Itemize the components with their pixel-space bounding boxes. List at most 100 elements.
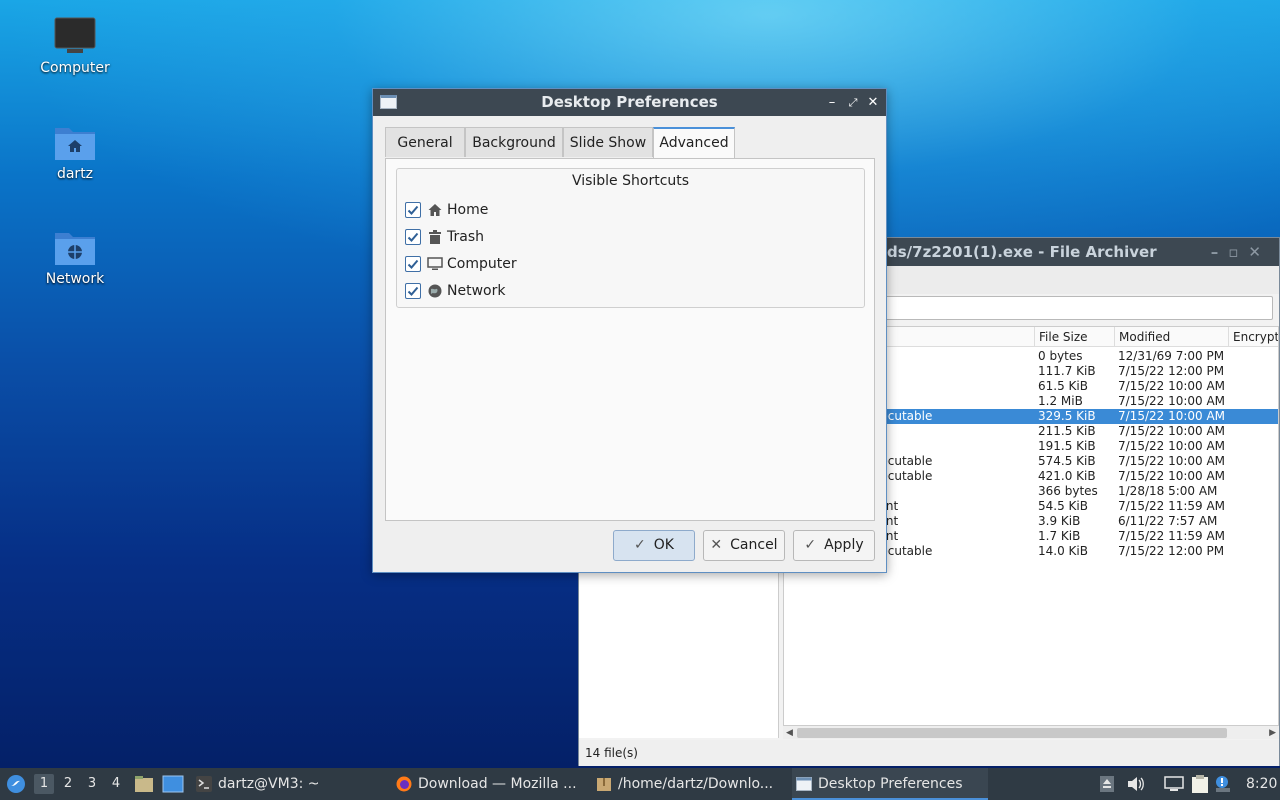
column-modified[interactable]: Modified: [1114, 327, 1228, 347]
clock[interactable]: 8:20: [1246, 768, 1277, 800]
scroll-right-icon[interactable]: ▶: [1269, 726, 1276, 740]
network-status-icon[interactable]: [1164, 776, 1184, 792]
cell-size: 421.0 KiB: [1038, 469, 1096, 483]
computer-icon: [54, 17, 96, 53]
firefox-icon: [396, 776, 412, 792]
cell-size: 1.2 MiB: [1038, 394, 1083, 408]
checkbox[interactable]: [405, 229, 421, 245]
maximize-button[interactable]: ⤢: [844, 89, 862, 116]
cell-size: 61.5 KiB: [1038, 379, 1088, 393]
eject-icon[interactable]: [1100, 776, 1114, 792]
task-terminal[interactable]: dartz@VM3: ~: [192, 768, 388, 800]
cell-modified: 7/15/22 10:00 AM: [1118, 409, 1226, 423]
cell-size: 366 bytes: [1038, 484, 1098, 498]
tab-background[interactable]: Background: [465, 127, 563, 157]
tab-slide-show[interactable]: Slide Show: [563, 127, 653, 157]
clipboard-icon[interactable]: [1191, 774, 1209, 794]
shortcut-label: Computer: [447, 256, 517, 272]
volume-icon[interactable]: [1127, 776, 1145, 792]
cell-modified: 7/15/22 12:00 PM: [1118, 364, 1225, 378]
dialog-title-bar[interactable]: Desktop Preferences – ⤢ ✕: [373, 89, 886, 116]
checkbox[interactable]: [405, 256, 421, 272]
workspace-3[interactable]: 3: [82, 774, 102, 794]
update-notifier-icon[interactable]: [1214, 774, 1232, 794]
archiver-window-controls[interactable]: –▫✕: [1211, 238, 1271, 266]
computer-icon: [427, 257, 443, 270]
cell-modified: 7/15/22 12:00 PM: [1118, 544, 1225, 558]
terminal-icon: [196, 776, 212, 792]
workspace-4[interactable]: 4: [106, 774, 126, 794]
cell-size: 329.5 KiB: [1038, 409, 1096, 423]
checkbox[interactable]: [405, 202, 421, 218]
window-icon: [796, 777, 812, 791]
desktop-icon-label: Computer: [40, 60, 110, 76]
show-desktop-icon[interactable]: [162, 775, 184, 793]
cell-size: 3.9 KiB: [1038, 514, 1081, 528]
scrollbar-thumb[interactable]: [797, 728, 1227, 738]
network-icon: [428, 284, 442, 298]
network-folder-icon: [55, 233, 95, 265]
cell-size: 574.5 KiB: [1038, 454, 1096, 468]
cell-modified: 7/15/22 10:00 AM: [1118, 379, 1226, 393]
workspace-1[interactable]: 1: [34, 774, 54, 794]
ok-label: OK: [653, 537, 674, 553]
task-file-archiver[interactable]: /home/dartz/Downlo...: [592, 768, 788, 800]
taskbar: 1 2 3 4 dartz@VM3: ~ Download — Mozilla …: [0, 768, 1280, 800]
advanced-pane: Visible Shortcuts Home Trash Computer Ne…: [385, 158, 875, 521]
archive-icon: [597, 778, 611, 791]
cell-size: 211.5 KiB: [1038, 424, 1096, 438]
cell-size: 14.0 KiB: [1038, 544, 1088, 558]
desktop-icon-computer[interactable]: Computer: [25, 16, 125, 76]
column-size[interactable]: File Size: [1034, 327, 1114, 347]
cell-modified: 1/28/18 5:00 AM: [1118, 484, 1218, 498]
task-desktop-preferences[interactable]: Desktop Preferences: [792, 768, 988, 800]
shortcut-label: Home: [447, 202, 489, 218]
tab-advanced[interactable]: Advanced: [653, 127, 735, 158]
dialog-title: Desktop Preferences: [541, 93, 718, 111]
minimize-button[interactable]: –: [823, 89, 841, 116]
shortcut-label: Trash: [447, 229, 484, 245]
cancel-icon: ✕: [710, 537, 723, 553]
home-folder-icon: [55, 128, 95, 160]
cell-size: 191.5 KiB: [1038, 439, 1096, 453]
task-label: dartz@VM3: ~: [218, 776, 320, 792]
archiver-path-input[interactable]: [879, 296, 1273, 320]
task-firefox[interactable]: Download — Mozilla ...: [392, 768, 588, 800]
cell-modified: 7/15/22 11:59 AM: [1118, 529, 1226, 543]
workspace-2[interactable]: 2: [58, 774, 78, 794]
close-button[interactable]: ✕: [864, 89, 882, 116]
apply-label: Apply: [824, 537, 864, 553]
cell-size: 0 bytes: [1038, 349, 1083, 363]
cell-modified: 7/15/22 10:00 AM: [1118, 439, 1226, 453]
scroll-left-icon[interactable]: ◀: [786, 726, 793, 740]
column-encrypted[interactable]: Encrypt: [1228, 327, 1278, 347]
horizontal-scrollbar[interactable]: ◀ ▶: [783, 725, 1279, 739]
desktop-preferences-dialog[interactable]: Desktop Preferences – ⤢ ✕ General Backgr…: [372, 88, 887, 573]
cell-modified: 7/15/22 10:00 AM: [1118, 469, 1226, 483]
cell-size: 1.7 KiB: [1038, 529, 1081, 543]
start-menu-icon[interactable]: [6, 774, 26, 794]
trash-icon: [429, 230, 441, 244]
task-label: /home/dartz/Downlo...: [618, 776, 774, 792]
cell-modified: 12/31/69 7:00 PM: [1118, 349, 1225, 363]
task-label: Desktop Preferences: [818, 776, 963, 792]
desktop-icon-label: Network: [45, 271, 105, 287]
ok-button[interactable]: ✓ OK: [613, 530, 695, 561]
cell-size: 54.5 KiB: [1038, 499, 1088, 513]
tab-general[interactable]: General: [385, 127, 465, 157]
desktop-icon-network[interactable]: Network: [25, 227, 125, 287]
apply-button[interactable]: ✓ Apply: [793, 530, 875, 561]
cell-modified: 7/15/22 11:59 AM: [1118, 499, 1226, 513]
cell-modified: 6/11/22 7:57 AM: [1118, 514, 1218, 528]
cell-modified: 7/15/22 10:00 AM: [1118, 424, 1226, 438]
group-title: Visible Shortcuts: [571, 173, 690, 189]
check-icon: ✓: [634, 537, 646, 553]
checkbox[interactable]: [405, 283, 421, 299]
task-label: Download — Mozilla ...: [418, 776, 577, 792]
cell-modified: 7/15/22 10:00 AM: [1118, 394, 1226, 408]
cancel-button[interactable]: ✕ Cancel: [703, 530, 785, 561]
desktop-icon-home[interactable]: dartz: [25, 122, 125, 182]
shortcut-label: Network: [447, 283, 506, 299]
file-manager-launcher-icon[interactable]: [134, 775, 154, 793]
archiver-title: ds/7z2201(1).exe - File Archiver: [887, 243, 1157, 261]
